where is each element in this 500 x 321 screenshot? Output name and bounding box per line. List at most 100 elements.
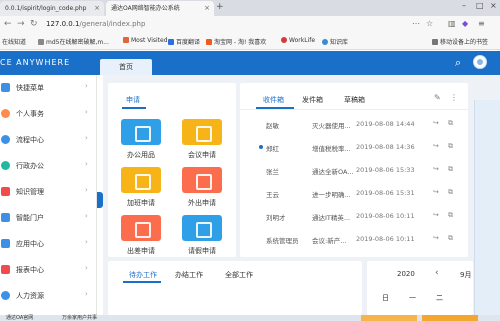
mail-time: 2019-08-08 14:36 <box>356 143 415 151</box>
outing-icon <box>182 167 222 193</box>
bottom-link[interactable]: 万余家用户共事 <box>62 315 97 321</box>
search-icon[interactable]: ⌕ <box>455 56 461 70</box>
tile-overtime-request[interactable]: 加班申请 <box>113 167 169 208</box>
bottom-action-button[interactable] <box>361 315 417 321</box>
mail-row[interactable]: 郑红 增值税税率... 2019-08-08 14:36 ↪ ⧉ <box>240 137 468 160</box>
reply-icon[interactable]: ↪ <box>433 165 439 173</box>
bookmark-item[interactable]: 百度翻译 <box>168 37 200 46</box>
sidebar-item-reports[interactable]: 报表中心 › <box>0 257 97 283</box>
avatar[interactable] <box>473 55 487 69</box>
more-icon[interactable]: ⋯ <box>412 19 420 28</box>
reply-icon[interactable]: ↪ <box>433 119 439 127</box>
mail-time: 2019-08-06 10:11 <box>356 235 415 243</box>
tab-all-work[interactable]: 全部工作 <box>225 270 253 280</box>
mail-subject: 通达IT精英... <box>312 214 351 222</box>
tile-meeting-request[interactable]: 会议申请 <box>174 119 230 160</box>
mail-row[interactable]: 王云 进一步明确... 2019-08-06 15:31 ↪ ⧉ <box>240 183 468 206</box>
reload-icon[interactable]: ↻ <box>30 19 38 29</box>
bookmark-item[interactable]: 移动设备上的书签 <box>432 37 488 46</box>
sidebar-item-personal[interactable]: 个人事务 › <box>0 101 97 127</box>
reply-icon[interactable]: ↪ <box>433 234 439 242</box>
office-supplies-icon <box>121 119 161 145</box>
tile-label: 办公用品 <box>127 151 155 159</box>
close-icon[interactable]: × <box>204 1 210 16</box>
tab-done-work[interactable]: 办结工作 <box>175 270 203 280</box>
sidebar-item-knowledge[interactable]: 知识管理 › <box>0 179 97 205</box>
browser-tab-login[interactable]: 0.0.1/ispirit/login_code.php × <box>0 1 104 16</box>
mail-row[interactable]: 系统管理员 会议:新产... 2019-08-06 10:11 ↪ ⧉ <box>240 229 468 252</box>
library-icon[interactable]: ▥ <box>448 19 456 28</box>
mail-sender: 王云 <box>266 191 279 199</box>
open-icon[interactable]: ⧉ <box>448 211 453 220</box>
mail-row[interactable]: 赵敏 灭火器使用... 2019-08-08 14:44 ↪ ⧉ <box>240 114 468 137</box>
mail-subject: 通达全新OA... <box>312 168 354 176</box>
taobao-icon <box>206 39 212 45</box>
bookmark-star-icon[interactable]: ☆ <box>426 19 433 28</box>
chevron-right-icon: › <box>85 186 88 194</box>
tab-apply[interactable]: 申请 <box>126 95 140 105</box>
bookmark-item[interactable]: md5在线解密破解,m... <box>38 37 109 46</box>
tile-office-supplies[interactable]: 办公用品 <box>113 119 169 160</box>
open-icon[interactable]: ⧉ <box>448 142 453 151</box>
admin-icon <box>1 161 10 170</box>
back-icon[interactable]: ← <box>4 19 12 29</box>
more-icon[interactable]: ⋮ <box>450 93 458 102</box>
bookmark-item[interactable]: Most Visited <box>123 37 168 44</box>
open-icon[interactable]: ⧉ <box>448 234 453 243</box>
mail-sender: 赵敏 <box>266 122 279 130</box>
bookmark-item[interactable]: 在线知道 <box>2 37 26 46</box>
tab-outbox[interactable]: 发件箱 <box>302 95 323 105</box>
open-icon[interactable]: ⧉ <box>448 188 453 197</box>
tile-business-trip-request[interactable]: 出差申请 <box>113 215 169 256</box>
browser-tab-label: 0.0.1/ispirit/login_code.php <box>5 5 87 12</box>
browser-tabbar: 0.0.1/ispirit/login_code.php × 通达OA网络智能办… <box>0 0 500 16</box>
tab-todo-work[interactable]: 待办工作 <box>129 270 157 280</box>
tab-inbox[interactable]: 收件箱 <box>263 95 284 105</box>
bookmark-item[interactable]: 淘宝网 - 淘! 我喜欢 <box>206 37 266 46</box>
reply-icon[interactable]: ↪ <box>433 211 439 219</box>
sidebar-item-label: 行政办公 <box>16 162 44 170</box>
url-field[interactable]: 127.0.0.1/general/index.php <box>46 20 145 28</box>
maximize-icon[interactable]: □ <box>476 1 484 10</box>
extension-icon[interactable]: ◆ <box>462 19 468 28</box>
mail-sender: 系统管理员 <box>266 237 299 245</box>
tile-label: 外出申请 <box>188 199 216 207</box>
sidebar-item-hr[interactable]: 人力资源 › <box>0 283 97 309</box>
sidebar-item-workflow[interactable]: 流程中心 › <box>0 127 97 153</box>
bottom-link[interactable]: 通达OA官网 <box>6 315 33 321</box>
tab-drafts[interactable]: 草稿箱 <box>344 95 365 105</box>
sidebar-item-apps[interactable]: 应用中心 › <box>0 231 97 257</box>
reply-icon[interactable]: ↪ <box>433 188 439 196</box>
bookmark-item[interactable]: WorkLife <box>281 37 315 44</box>
sidebar-item-admin[interactable]: 行政办公 › <box>0 153 97 179</box>
open-icon[interactable]: ⧉ <box>448 165 453 174</box>
right-side-panel <box>474 100 500 315</box>
mail-row[interactable]: 张兰 通达全新OA... 2019-08-06 15:33 ↪ ⧉ <box>240 160 468 183</box>
apps-icon <box>1 239 10 248</box>
tile-label: 请假申请 <box>188 247 216 255</box>
close-icon[interactable]: × <box>94 1 100 16</box>
chevron-right-icon: › <box>85 134 88 142</box>
tile-leave-request[interactable]: 请假申请 <box>174 215 230 256</box>
tab-home[interactable]: 首页 <box>100 59 152 75</box>
browser-tab-oa[interactable]: 通达OA网络智能办公系统 × <box>106 1 214 16</box>
tile-outing-request[interactable]: 外出申请 <box>174 167 230 208</box>
edit-icon[interactable]: ✎ <box>434 93 441 102</box>
bookmark-item[interactable]: 知识库 <box>322 37 348 46</box>
sidebar-item-shortcuts[interactable]: 快捷菜单 › <box>0 75 97 101</box>
open-icon[interactable]: ⧉ <box>448 119 453 128</box>
bottom-action-button[interactable] <box>422 315 478 321</box>
url-host: 127.0.0.1 <box>46 20 80 28</box>
new-tab-button[interactable]: + <box>216 2 224 12</box>
menu-icon[interactable]: ≡ <box>478 19 485 28</box>
tab-underline <box>123 281 161 283</box>
forward-icon[interactable]: → <box>17 19 25 29</box>
reply-icon[interactable]: ↪ <box>433 142 439 150</box>
calendar-weekday: 二 <box>436 294 443 302</box>
sidebar-item-portal[interactable]: 智能门户 › <box>0 205 97 231</box>
minimize-icon[interactable]: – <box>462 1 466 10</box>
chevron-left-icon[interactable]: ‹ <box>435 268 439 278</box>
mail-row[interactable]: 刘明才 通达IT精英... 2019-08-06 10:11 ↪ ⧉ <box>240 206 468 229</box>
leave-cup-icon <box>182 215 222 241</box>
window-close-icon[interactable]: × <box>490 1 497 10</box>
